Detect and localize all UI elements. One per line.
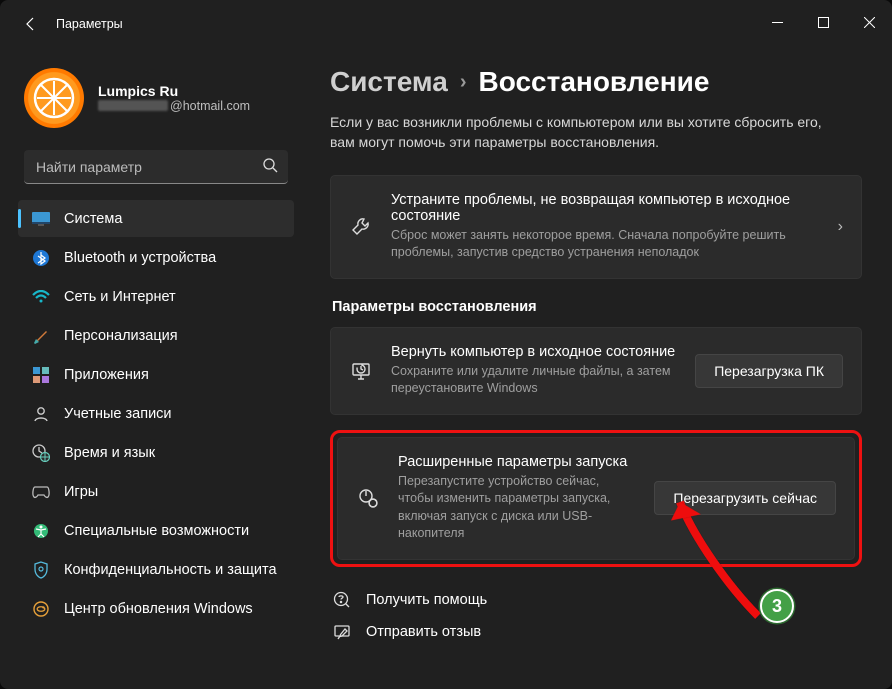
sidebar-item-privacy[interactable]: Конфиденциальность и защита [18, 551, 294, 588]
person-icon [32, 405, 50, 423]
reset-pc-button[interactable]: Перезагрузка ПК [695, 354, 843, 388]
user-name: Lumpics Ru [98, 83, 250, 99]
titlebar: Параметры [0, 0, 892, 48]
sidebar-item-accounts[interactable]: Учетные записи [18, 395, 294, 432]
nav-label: Система [64, 211, 122, 227]
sidebar-item-accessibility[interactable]: Специальные возможности [18, 512, 294, 549]
brush-icon [32, 327, 50, 345]
clock-globe-icon [32, 444, 50, 462]
close-button[interactable] [846, 0, 892, 44]
sidebar-item-personalization[interactable]: Персонализация [18, 317, 294, 354]
search-input[interactable] [24, 150, 288, 184]
restart-now-button[interactable]: Перезагрузить сейчас [654, 481, 836, 515]
main-content: Система › Восстановление Если у вас возн… [306, 48, 892, 689]
card-desc: Перезапустите устройство сейчас, чтобы и… [398, 473, 636, 543]
breadcrumb-parent[interactable]: Система [330, 66, 448, 98]
nav-list: Система Bluetooth и устройства Сеть и Ин… [18, 200, 294, 627]
display-icon [32, 210, 50, 228]
nav-label: Сеть и Интернет [64, 289, 176, 305]
advanced-startup-card: Расширенные параметры запуска Перезапуст… [337, 437, 855, 560]
troubleshoot-card[interactable]: Устраните проблемы, не возвращая компьют… [330, 175, 862, 279]
breadcrumb: Система › Восстановление [330, 66, 862, 98]
wrench-icon [349, 216, 373, 238]
card-title: Устраните проблемы, не возвращая компьют… [391, 192, 820, 224]
card-desc: Сохраните или удалите личные файлы, а за… [391, 363, 677, 398]
maximize-button[interactable] [800, 0, 846, 44]
nav-label: Специальные возможности [64, 523, 249, 539]
sidebar-item-bluetooth[interactable]: Bluetooth и устройства [18, 239, 294, 276]
user-profile[interactable]: Lumpics Ru @hotmail.com [18, 60, 294, 144]
page-title: Восстановление [479, 66, 710, 98]
reset-icon [349, 360, 373, 382]
sidebar-item-apps[interactable]: Приложения [18, 356, 294, 393]
user-email: @hotmail.com [98, 99, 250, 113]
shield-icon [32, 561, 50, 579]
card-title: Вернуть компьютер в исходное состояние [391, 344, 677, 360]
power-gear-icon [356, 487, 380, 509]
back-button[interactable] [12, 5, 50, 43]
nav-label: Учетные записи [64, 406, 172, 422]
chevron-right-icon: › [460, 71, 467, 94]
nav-label: Bluetooth и устройства [64, 250, 216, 266]
sidebar-item-network[interactable]: Сеть и Интернет [18, 278, 294, 315]
wifi-icon [32, 288, 50, 306]
gamepad-icon [32, 483, 50, 501]
sidebar-item-windows-update[interactable]: Центр обновления Windows [18, 590, 294, 627]
card-title: Расширенные параметры запуска [398, 454, 636, 470]
section-title: Параметры восстановления [332, 299, 862, 315]
send-feedback-link[interactable]: Отправить отзыв [332, 623, 862, 641]
link-label: Отправить отзыв [366, 624, 481, 640]
help-icon [332, 591, 352, 609]
sidebar-item-gaming[interactable]: Игры [18, 473, 294, 510]
link-label: Получить помощь [366, 592, 487, 608]
annotation-step-badge: 3 [760, 589, 794, 623]
reset-pc-card: Вернуть компьютер в исходное состояние С… [330, 327, 862, 415]
apps-icon [32, 366, 50, 384]
chevron-right-icon: › [838, 218, 843, 236]
annotation-highlight: Расширенные параметры запуска Перезапуст… [330, 430, 862, 567]
nav-label: Приложения [64, 367, 149, 383]
intro-text: Если у вас возникли проблемы с компьютер… [330, 112, 850, 153]
nav-label: Персонализация [64, 328, 178, 344]
feedback-icon [332, 623, 352, 641]
search-icon[interactable] [263, 158, 278, 177]
search-box [24, 150, 288, 184]
window-controls [754, 0, 892, 44]
nav-label: Игры [64, 484, 98, 500]
sidebar-item-time-language[interactable]: Время и язык [18, 434, 294, 471]
window-title: Параметры [56, 17, 123, 31]
nav-label: Центр обновления Windows [64, 601, 253, 617]
windows-update-icon [32, 600, 50, 618]
accessibility-icon [32, 522, 50, 540]
avatar [24, 68, 84, 128]
bluetooth-icon [32, 249, 50, 267]
nav-label: Время и язык [64, 445, 155, 461]
sidebar-item-system[interactable]: Система [18, 200, 294, 237]
settings-window: Параметры Lumpics Ru @hotmail.com [0, 0, 892, 689]
card-desc: Сброс может занять некоторое время. Снач… [391, 227, 820, 262]
minimize-button[interactable] [754, 0, 800, 44]
sidebar: Lumpics Ru @hotmail.com Система Bluetoot… [0, 48, 306, 689]
nav-label: Конфиденциальность и защита [64, 562, 277, 578]
